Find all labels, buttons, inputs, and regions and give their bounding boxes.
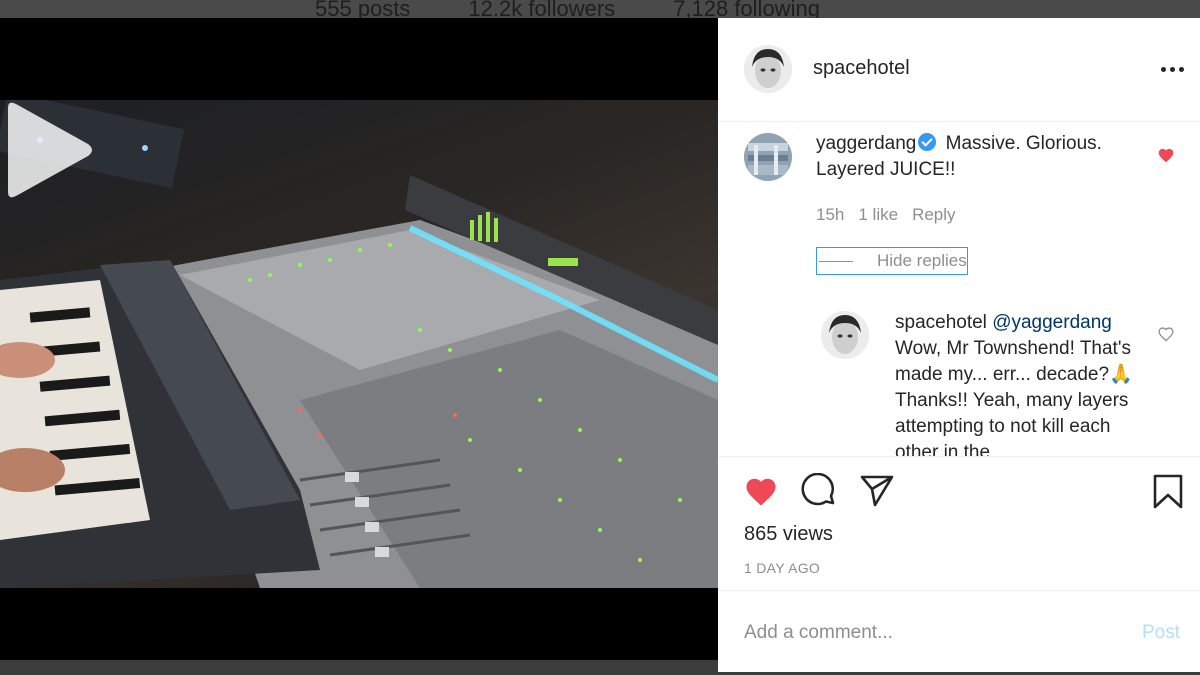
hide-replies-label: Hide replies <box>877 251 967 270</box>
commenter-avatar[interactable] <box>744 133 792 181</box>
comment-time: 15h <box>816 205 845 224</box>
followers-count: 12.2k followers <box>468 0 616 18</box>
add-comment-input[interactable] <box>744 619 1124 647</box>
following-count: 7,128 following <box>673 0 820 18</box>
media-panel <box>0 18 718 660</box>
play-icon[interactable] <box>0 100 96 200</box>
more-horizontal-icon[interactable] <box>1161 67 1185 73</box>
like-heart-icon[interactable] <box>743 475 779 507</box>
hide-replies-button[interactable]: Hide replies <box>816 247 968 275</box>
author-avatar-image <box>744 45 792 93</box>
author-username[interactable]: spacehotel <box>813 57 910 80</box>
video-player[interactable] <box>0 100 718 588</box>
reply-text: spacehotel @yaggerdang Wow, Mr Townshend… <box>895 310 1145 456</box>
post-timestamp: 1 DAY AGO <box>744 560 821 576</box>
save-bookmark-icon[interactable] <box>1152 474 1184 510</box>
posts-count: 555 posts <box>315 0 411 18</box>
reply-avatar[interactable] <box>821 311 869 359</box>
post-actions: 865 views 1 DAY AGO <box>718 456 1200 590</box>
post-comment-button[interactable]: Post <box>1142 622 1180 644</box>
hide-replies-line <box>819 260 853 262</box>
comment-meta: 15h 1 like Reply <box>816 205 956 225</box>
reply-username[interactable]: spacehotel <box>895 312 987 333</box>
reply-avatar-image <box>821 311 869 359</box>
verified-badge-icon <box>918 133 937 151</box>
reply-button[interactable]: Reply <box>912 205 955 225</box>
reply-body: Wow, Mr Townshend! That's made my... err… <box>895 338 1133 456</box>
comment-text: yaggerdang Massive. Glorious. Layered JU… <box>816 131 1136 183</box>
comment-liked-heart-icon[interactable] <box>1157 147 1175 163</box>
reply-mention[interactable]: @yaggerdang <box>992 312 1112 333</box>
comment-username[interactable]: yaggerdang <box>816 133 916 154</box>
author-avatar[interactable] <box>744 45 792 93</box>
comment-bubble-icon[interactable] <box>801 473 837 509</box>
comments-list[interactable]: yaggerdang Massive. Glorious. Layered JU… <box>718 123 1200 456</box>
add-comment-section: Post <box>718 590 1200 672</box>
profile-stats: 555 posts 12.2k followers 7,128 followin… <box>315 0 820 18</box>
view-count[interactable]: 865 views <box>744 523 833 546</box>
post-header: spacehotel <box>718 18 1200 122</box>
background-profile-strip: 555 posts 12.2k followers 7,128 followin… <box>0 0 1200 18</box>
commenter-avatar-image <box>744 133 792 181</box>
post-side-panel: spacehotel yaggerdang Massive. Glorious.… <box>718 18 1200 672</box>
comment-likes[interactable]: 1 like <box>858 205 898 225</box>
share-send-icon[interactable] <box>859 474 895 508</box>
reply-like-heart-icon[interactable] <box>1157 326 1175 342</box>
video-frame <box>0 100 718 588</box>
